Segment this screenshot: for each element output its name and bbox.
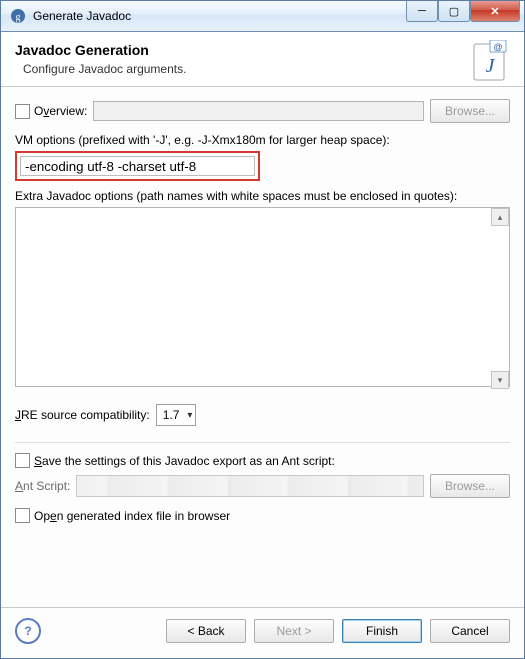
overview-input[interactable] bbox=[93, 101, 424, 121]
ant-script-browse-button[interactable]: Browse... bbox=[430, 474, 510, 498]
svg-text:g: g bbox=[16, 12, 21, 23]
ant-script-input[interactable] bbox=[76, 475, 424, 497]
minimize-button[interactable]: ─ bbox=[406, 1, 438, 22]
app-icon: g bbox=[9, 7, 27, 25]
back-button[interactable]: < Back bbox=[166, 619, 246, 643]
vm-options-input[interactable] bbox=[20, 156, 255, 176]
dialog-window: g Generate Javadoc ─ ▢ ✕ Javadoc Generat… bbox=[0, 0, 525, 659]
next-button[interactable]: Next > bbox=[254, 619, 334, 643]
overview-checkbox[interactable] bbox=[15, 104, 30, 119]
jre-select[interactable]: 1.7 bbox=[156, 404, 197, 426]
vm-options-label: VM options (prefixed with '-J', e.g. -J-… bbox=[15, 133, 510, 147]
ant-script-label: Ant Script: bbox=[15, 479, 70, 493]
dialog-body: Overview: Browse... VM options (prefixed… bbox=[1, 87, 524, 607]
scroll-down-icon[interactable]: ▾ bbox=[491, 371, 509, 389]
window-title: Generate Javadoc bbox=[33, 9, 406, 23]
open-index-checkbox[interactable] bbox=[15, 508, 30, 523]
save-ant-label: Save the settings of this Javadoc export… bbox=[34, 454, 335, 468]
divider bbox=[15, 442, 510, 443]
overview-browse-button[interactable]: Browse... bbox=[430, 99, 510, 123]
open-index-label: Open generated index file in browser bbox=[34, 509, 230, 523]
titlebar[interactable]: g Generate Javadoc ─ ▢ ✕ bbox=[1, 1, 524, 32]
extra-options-wrap: ▴ ▾ bbox=[15, 207, 510, 390]
extra-options-label: Extra Javadoc options (path names with w… bbox=[15, 189, 510, 203]
help-icon[interactable]: ? bbox=[15, 618, 41, 644]
scroll-up-icon[interactable]: ▴ bbox=[491, 208, 509, 226]
wizard-header: Javadoc Generation Configure Javadoc arg… bbox=[1, 32, 524, 87]
ant-script-row: Ant Script: Browse... bbox=[15, 474, 510, 498]
open-index-row: Open generated index file in browser bbox=[15, 508, 510, 523]
jre-row: JRE source compatibility: 1.7 bbox=[15, 404, 510, 426]
close-button[interactable]: ✕ bbox=[470, 1, 520, 22]
page-title: Javadoc Generation bbox=[15, 42, 510, 58]
jre-label: JRE source compatibility: bbox=[15, 408, 150, 422]
jre-select-value: 1.7 bbox=[163, 408, 180, 422]
maximize-button[interactable]: ▢ bbox=[438, 1, 470, 22]
cancel-button[interactable]: Cancel bbox=[430, 619, 510, 643]
svg-text:@: @ bbox=[493, 42, 502, 52]
page-subtitle: Configure Javadoc arguments. bbox=[23, 62, 510, 76]
footer: ? < Back Next > Finish Cancel bbox=[1, 607, 524, 658]
javadoc-icon: @ J bbox=[468, 40, 512, 84]
svg-text:J: J bbox=[486, 55, 496, 77]
extra-options-textarea[interactable] bbox=[15, 207, 510, 387]
save-ant-row: Save the settings of this Javadoc export… bbox=[15, 453, 510, 468]
overview-row: Overview: Browse... bbox=[15, 99, 510, 123]
overview-label: Overview: bbox=[34, 104, 87, 118]
save-ant-checkbox[interactable] bbox=[15, 453, 30, 468]
vm-options-highlight bbox=[15, 151, 260, 181]
finish-button[interactable]: Finish bbox=[342, 619, 422, 643]
